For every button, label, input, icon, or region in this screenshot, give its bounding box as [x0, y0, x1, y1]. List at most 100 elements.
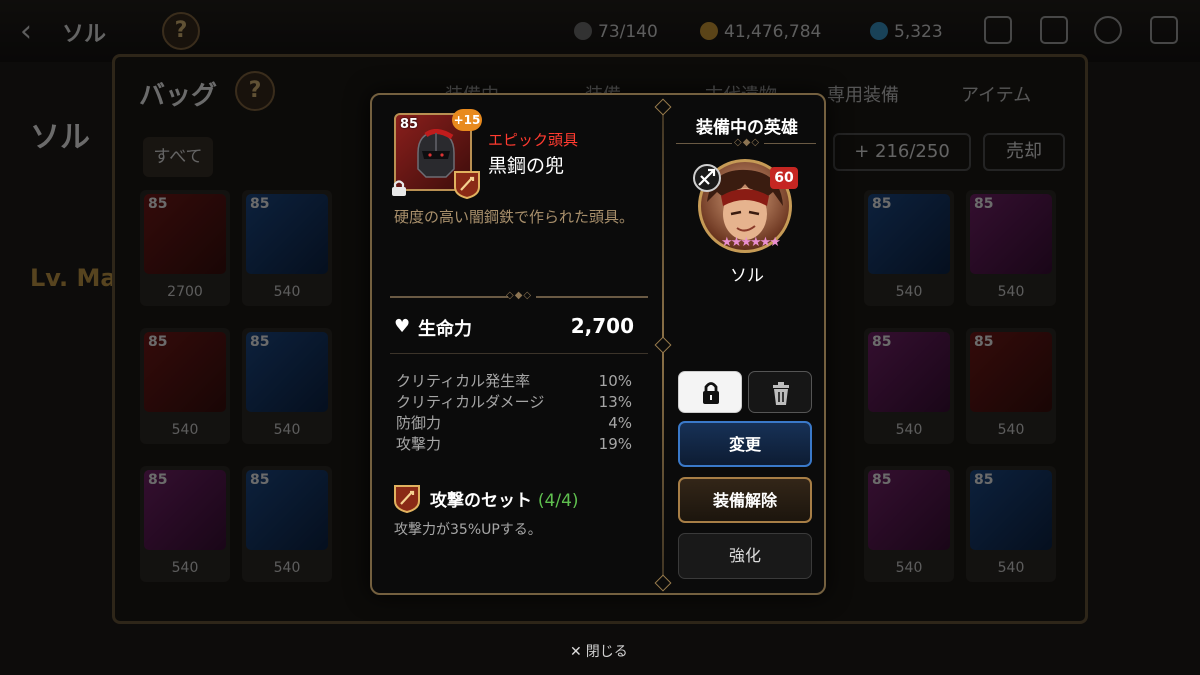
- hero-stars: ★★★★★★: [721, 235, 781, 250]
- inventory-card[interactable]: 85 540: [864, 466, 954, 582]
- stat-divider: [390, 353, 648, 354]
- shop-icon[interactable]: [984, 16, 1012, 44]
- close-button[interactable]: ✕ 閉じる: [570, 641, 628, 661]
- ornament-divider: [390, 296, 508, 298]
- lock-button[interactable]: [678, 371, 742, 413]
- sub-stat-value: 10%: [598, 372, 632, 390]
- ornament-divider: [764, 143, 816, 144]
- item-enhance-badge: +15: [452, 109, 482, 131]
- back-button[interactable]: ‹: [20, 14, 32, 49]
- side-hero-name: ソル: [30, 120, 90, 155]
- crystal-icon: [870, 22, 888, 40]
- chat-icon[interactable]: [1094, 16, 1122, 44]
- sub-stat-label: 防御力: [396, 414, 442, 432]
- sub-stats-list: クリティカル発生率 10% クリティカルダメージ 13% 防御力 4% 攻撃力 19%: [396, 371, 632, 455]
- sell-button[interactable]: 売却: [983, 133, 1065, 171]
- ornament-diamonds: ◇◆◇: [506, 290, 533, 301]
- card-level: 85: [148, 472, 168, 488]
- set-effect-icon: [394, 485, 420, 513]
- inventory-card[interactable]: 85 540: [140, 466, 230, 582]
- card-level: 85: [250, 334, 270, 350]
- ornament-divider: [536, 296, 648, 298]
- card-level: 85: [872, 334, 892, 350]
- close-label-text: 閉じる: [585, 644, 628, 660]
- slot-count-button[interactable]: + 216/250: [833, 133, 971, 171]
- stamina-icon: [574, 22, 592, 40]
- card-level: 85: [148, 196, 168, 212]
- close-icon: ✕: [570, 644, 582, 660]
- sub-stat-row: 攻撃力 19%: [396, 434, 632, 455]
- inventory-card[interactable]: 85 540: [242, 190, 332, 306]
- main-stat-label: 生命力: [418, 319, 472, 340]
- help-button[interactable]: ?: [162, 12, 200, 50]
- enhance-button[interactable]: 強化: [678, 533, 812, 579]
- hero-level-badge: 60: [770, 167, 798, 189]
- inventory-card[interactable]: 85 540: [966, 190, 1056, 306]
- crystal-counter[interactable]: 5,323: [870, 22, 943, 42]
- card-value: 540: [171, 422, 199, 438]
- divider-gem: [654, 98, 672, 116]
- card-value: 2700: [167, 284, 203, 300]
- unequip-button[interactable]: 装備解除: [678, 477, 812, 523]
- tab-exclusive[interactable]: 専用装備: [827, 81, 899, 107]
- change-button[interactable]: 変更: [678, 421, 812, 467]
- card-value: 540: [895, 284, 923, 300]
- set-count: (4/4): [537, 491, 579, 511]
- inventory-card[interactable]: 85 540: [864, 328, 954, 444]
- hero-class-icon: [693, 164, 721, 192]
- gold-counter[interactable]: 41,476,784: [700, 22, 821, 42]
- card-value: 540: [171, 560, 199, 576]
- top-bar: ‹ ソル ? 73/140 41,476,784 5,323: [0, 0, 1200, 62]
- divider-gem: [654, 574, 672, 592]
- gold-icon: [700, 22, 718, 40]
- bag-help-button[interactable]: ?: [235, 71, 275, 111]
- item-level: 85: [400, 117, 419, 132]
- set-name: 攻撃のセット (4/4): [430, 486, 579, 511]
- hero-name: ソル: [730, 266, 764, 286]
- inventory-card[interactable]: 85 540: [966, 328, 1056, 444]
- menu-grid-icon[interactable]: [1150, 16, 1178, 44]
- sub-stat-row: クリティカル発生率 10%: [396, 371, 632, 392]
- inventory-card[interactable]: 85 2700: [140, 190, 230, 306]
- inventory-card[interactable]: 85 540: [966, 466, 1056, 582]
- set-name-text: 攻撃のセット: [430, 491, 532, 511]
- sub-stat-row: 防御力 4%: [396, 413, 632, 434]
- item-grade: エピック頭具: [488, 131, 579, 149]
- mail-icon[interactable]: [1040, 16, 1068, 44]
- tab-items[interactable]: アイテム: [961, 81, 1031, 107]
- crystal-value: 5,323: [894, 22, 943, 42]
- lock-icon: [392, 180, 406, 196]
- bag-title: バッグ: [139, 81, 218, 111]
- card-level: 85: [250, 196, 270, 212]
- card-level: 85: [974, 196, 994, 212]
- sub-stat-value: 19%: [598, 435, 632, 453]
- card-level: 85: [872, 472, 892, 488]
- set-description: 攻撃力が35%UPする。: [394, 522, 542, 538]
- sub-stat-row: クリティカルダメージ 13%: [396, 392, 632, 413]
- ornament-diamonds: ◇◆◇: [734, 137, 761, 148]
- sub-stat-label: 攻撃力: [396, 435, 442, 453]
- inventory-card[interactable]: 85 540: [864, 190, 954, 306]
- attack-set-icon: [454, 171, 480, 199]
- item-detail-modal: 85 +15 エピック頭具 黒鋼の兜 硬度の高い闇鋼鉄で作られた頭具。 ◇◆◇ …: [370, 93, 826, 595]
- stamina-counter[interactable]: 73/140: [574, 22, 658, 42]
- trash-button[interactable]: [748, 371, 812, 413]
- card-value: 540: [997, 560, 1025, 576]
- card-level: 85: [974, 472, 994, 488]
- hero-title: ソル: [62, 22, 107, 47]
- sub-stat-label: クリティカル発生率: [396, 372, 531, 390]
- inventory-card[interactable]: 85 540: [140, 328, 230, 444]
- card-value: 540: [895, 560, 923, 576]
- card-level: 85: [974, 334, 994, 350]
- filter-all-button[interactable]: すべて: [143, 137, 213, 177]
- card-value: 540: [273, 560, 301, 576]
- item-name: 黒鋼の兜: [488, 155, 565, 177]
- card-value: 540: [997, 422, 1025, 438]
- inventory-card[interactable]: 85 540: [242, 328, 332, 444]
- divider-gem: [654, 336, 672, 354]
- card-level: 85: [872, 196, 892, 212]
- inventory-card[interactable]: 85 540: [242, 466, 332, 582]
- card-level: 85: [148, 334, 168, 350]
- card-level: 85: [250, 472, 270, 488]
- gold-value: 41,476,784: [724, 22, 822, 42]
